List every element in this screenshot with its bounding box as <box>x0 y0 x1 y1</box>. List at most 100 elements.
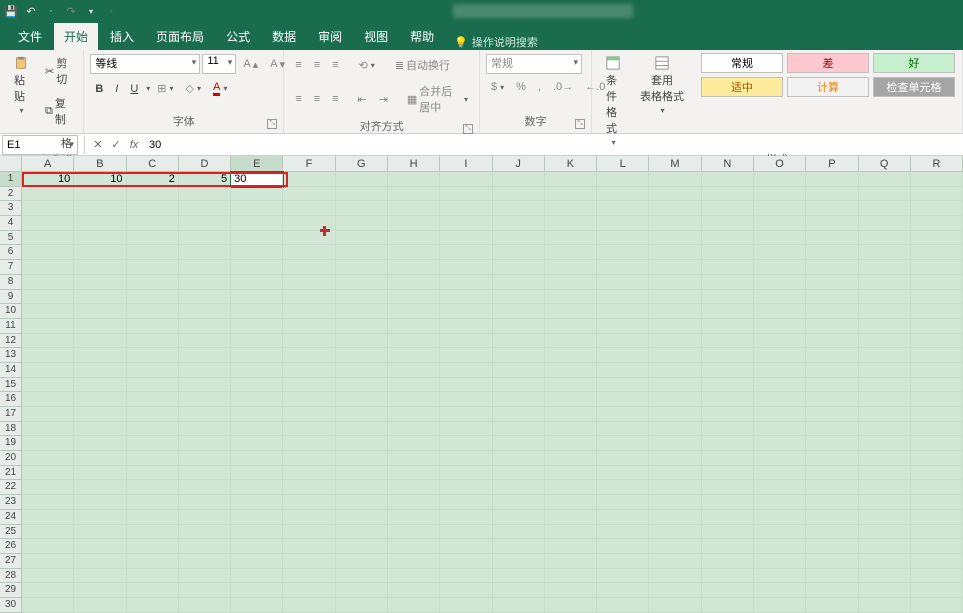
cell-R13[interactable] <box>911 348 963 363</box>
cell-A6[interactable] <box>22 245 74 260</box>
cell-R8[interactable] <box>911 275 963 290</box>
cell-O21[interactable] <box>754 466 806 481</box>
increase-font-button[interactable]: A▴ <box>238 55 263 74</box>
cell-I1[interactable] <box>440 172 492 187</box>
cell-Q18[interactable] <box>859 422 911 437</box>
cell-G16[interactable] <box>336 392 388 407</box>
cell-N6[interactable] <box>702 245 754 260</box>
cell-Q15[interactable] <box>859 378 911 393</box>
cell-F6[interactable] <box>283 245 335 260</box>
cell-K12[interactable] <box>545 334 597 349</box>
cell-G27[interactable] <box>336 554 388 569</box>
cell-P9[interactable] <box>806 290 858 305</box>
cell-I14[interactable] <box>440 363 492 378</box>
cell-A1[interactable]: 10 <box>22 172 74 187</box>
cell-E30[interactable] <box>231 598 283 613</box>
cell-F16[interactable] <box>283 392 335 407</box>
cell-P20[interactable] <box>806 451 858 466</box>
cell-J22[interactable] <box>493 480 545 495</box>
cell-B23[interactable] <box>74 495 126 510</box>
cell-H12[interactable] <box>388 334 440 349</box>
cell-G15[interactable] <box>336 378 388 393</box>
cell-K8[interactable] <box>545 275 597 290</box>
cell-L12[interactable] <box>597 334 649 349</box>
cell-I18[interactable] <box>440 422 492 437</box>
cell-D9[interactable] <box>179 290 231 305</box>
cell-H15[interactable] <box>388 378 440 393</box>
cell-F12[interactable] <box>283 334 335 349</box>
cell-A29[interactable] <box>22 583 74 598</box>
row-header-6[interactable]: 6 <box>0 245 22 260</box>
cell-B4[interactable] <box>74 216 126 231</box>
cell-G25[interactable] <box>336 525 388 540</box>
cell-Q14[interactable] <box>859 363 911 378</box>
align-center-button[interactable]: ≡ <box>309 90 325 108</box>
row-header-19[interactable]: 19 <box>0 436 22 451</box>
cell-M19[interactable] <box>649 436 701 451</box>
italic-button[interactable]: I <box>110 80 123 98</box>
font-color-button[interactable]: A▾ <box>208 78 232 99</box>
cell-H28[interactable] <box>388 569 440 584</box>
cell-A22[interactable] <box>22 480 74 495</box>
cell-A23[interactable] <box>22 495 74 510</box>
cell-H8[interactable] <box>388 275 440 290</box>
row-header-17[interactable]: 17 <box>0 407 22 422</box>
cell-P3[interactable] <box>806 201 858 216</box>
cell-C27[interactable] <box>127 554 179 569</box>
cell-N24[interactable] <box>702 510 754 525</box>
align-right-button[interactable]: ≡ <box>327 90 343 108</box>
cell-A28[interactable] <box>22 569 74 584</box>
cell-L5[interactable] <box>597 231 649 246</box>
cell-P27[interactable] <box>806 554 858 569</box>
cell-C9[interactable] <box>127 290 179 305</box>
cell-A12[interactable] <box>22 334 74 349</box>
cell-C1[interactable]: 2 <box>127 172 179 187</box>
cell-B17[interactable] <box>74 407 126 422</box>
cell-O14[interactable] <box>754 363 806 378</box>
row-header-8[interactable]: 8 <box>0 275 22 290</box>
cell-B3[interactable] <box>74 201 126 216</box>
increase-indent-button[interactable]: ⇥ <box>374 90 393 109</box>
cell-C4[interactable] <box>127 216 179 231</box>
cell-E15[interactable] <box>231 378 283 393</box>
select-all-corner[interactable] <box>0 156 22 172</box>
cell-J6[interactable] <box>493 245 545 260</box>
cell-G5[interactable] <box>336 231 388 246</box>
cell-C12[interactable] <box>127 334 179 349</box>
cell-J9[interactable] <box>493 290 545 305</box>
cell-G12[interactable] <box>336 334 388 349</box>
cell-L7[interactable] <box>597 260 649 275</box>
cell-L3[interactable] <box>597 201 649 216</box>
tab-help[interactable]: 帮助 <box>400 23 444 50</box>
cell-E12[interactable] <box>231 334 283 349</box>
cell-B19[interactable] <box>74 436 126 451</box>
cell-A20[interactable] <box>22 451 74 466</box>
cell-Q1[interactable] <box>859 172 911 187</box>
cell-K23[interactable] <box>545 495 597 510</box>
cell-F8[interactable] <box>283 275 335 290</box>
cell-Q24[interactable] <box>859 510 911 525</box>
cell-Q19[interactable] <box>859 436 911 451</box>
cell-I21[interactable] <box>440 466 492 481</box>
cell-M27[interactable] <box>649 554 701 569</box>
cell-O7[interactable] <box>754 260 806 275</box>
cell-E7[interactable] <box>231 260 283 275</box>
cell-M10[interactable] <box>649 304 701 319</box>
cell-style-bad[interactable]: 差 <box>787 53 869 73</box>
cell-N9[interactable] <box>702 290 754 305</box>
cell-M15[interactable] <box>649 378 701 393</box>
cell-H14[interactable] <box>388 363 440 378</box>
cell-D5[interactable] <box>179 231 231 246</box>
cell-Q26[interactable] <box>859 539 911 554</box>
cell-J1[interactable] <box>493 172 545 187</box>
cell-M9[interactable] <box>649 290 701 305</box>
cell-B5[interactable] <box>74 231 126 246</box>
cell-J8[interactable] <box>493 275 545 290</box>
cell-D15[interactable] <box>179 378 231 393</box>
cell-B14[interactable] <box>74 363 126 378</box>
cell-P14[interactable] <box>806 363 858 378</box>
cell-H23[interactable] <box>388 495 440 510</box>
name-box[interactable]: E1 <box>2 135 78 155</box>
cell-K19[interactable] <box>545 436 597 451</box>
row-header-18[interactable]: 18 <box>0 422 22 437</box>
